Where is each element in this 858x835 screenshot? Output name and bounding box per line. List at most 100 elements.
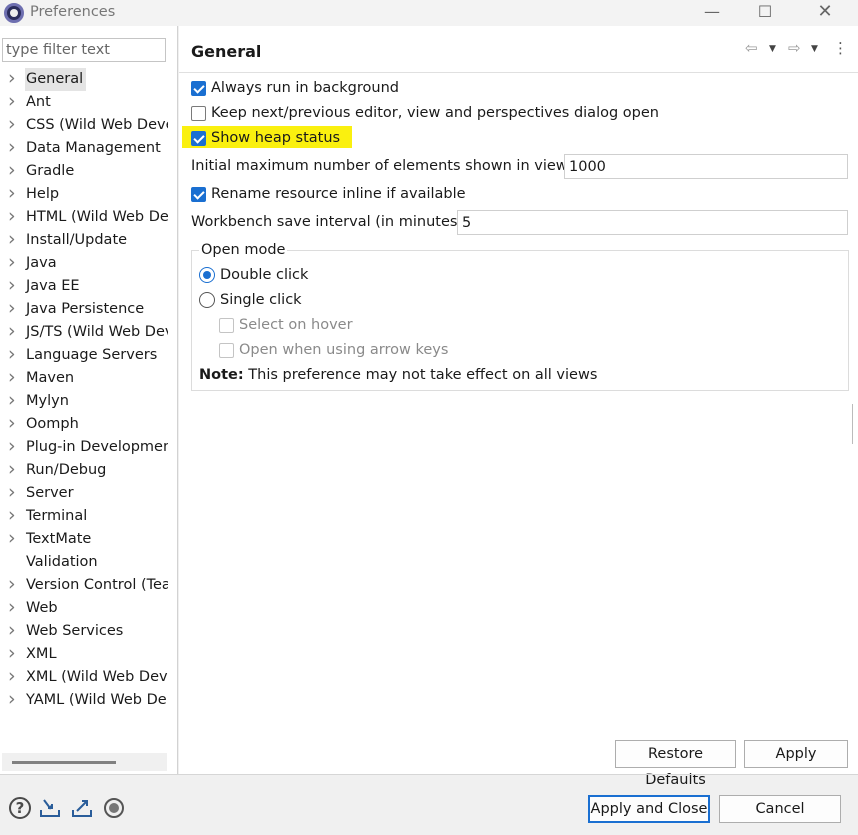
tree-item[interactable]: Oomph [0, 413, 168, 436]
maximize-button[interactable]: ☐ [745, 1, 785, 25]
close-button[interactable]: ✕ [805, 1, 845, 25]
tree-item[interactable]: Web Services [0, 620, 168, 643]
export-icon[interactable] [70, 796, 94, 820]
chevron-right-icon[interactable] [8, 390, 18, 413]
tree-item[interactable]: Help [0, 183, 168, 206]
chevron-right-icon[interactable] [8, 482, 18, 505]
chevron-right-icon[interactable] [8, 321, 18, 344]
chevron-right-icon[interactable] [8, 528, 18, 551]
chevron-right-icon[interactable] [8, 689, 18, 712]
cancel-button[interactable]: Cancel [719, 795, 841, 823]
always-run-background-checkbox[interactable] [191, 80, 206, 96]
horizontal-scrollbar[interactable] [2, 753, 167, 771]
chevron-down-icon[interactable]: ▼ [769, 44, 776, 54]
tree-item[interactable]: Java [0, 252, 168, 275]
tree-item-label: Version Control (Tea [26, 577, 168, 593]
filter-input[interactable] [2, 38, 166, 62]
chevron-right-icon[interactable] [8, 114, 18, 137]
chevron-right-icon[interactable] [8, 206, 18, 229]
always-run-background-option[interactable]: Always run in background [191, 77, 399, 99]
tree-item[interactable]: XML [0, 643, 168, 666]
tree-item[interactable]: Maven [0, 367, 168, 390]
tree-item-label: XML [26, 646, 57, 662]
back-arrow-icon[interactable]: ⇦ [745, 39, 758, 57]
chevron-right-icon[interactable] [8, 666, 18, 689]
tree-item[interactable]: Ant [0, 91, 168, 114]
tree-item[interactable]: Gradle [0, 160, 168, 183]
tree-item[interactable]: YAML (Wild Web De [0, 689, 168, 712]
show-heap-status-option[interactable]: Show heap status [191, 127, 340, 149]
tree-item[interactable]: Terminal [0, 505, 168, 528]
chevron-right-icon[interactable] [8, 91, 18, 114]
double-click-option[interactable]: Double click [199, 264, 308, 286]
open-arrow-keys-checkbox [219, 342, 234, 358]
chevron-right-icon[interactable] [8, 505, 18, 528]
chevron-right-icon[interactable] [8, 459, 18, 482]
tree-item[interactable]: XML (Wild Web Deve [0, 666, 168, 689]
view-menu-icon[interactable]: ⋮ [833, 39, 848, 57]
double-click-radio[interactable] [199, 267, 215, 283]
single-click-option[interactable]: Single click [199, 289, 302, 311]
chevron-right-icon[interactable] [8, 436, 18, 459]
chevron-right-icon[interactable] [8, 344, 18, 367]
chevron-down-icon[interactable]: ▼ [811, 44, 818, 54]
tree-item[interactable]: Mylyn [0, 390, 168, 413]
max-elements-input[interactable] [564, 154, 848, 179]
tree-item[interactable]: HTML (Wild Web De [0, 206, 168, 229]
chevron-right-icon[interactable] [8, 68, 18, 91]
tree-item[interactable]: Web [0, 597, 168, 620]
tree-item[interactable]: Run/Debug [0, 459, 168, 482]
chevron-right-icon[interactable] [8, 597, 18, 620]
restore-defaults-button[interactable]: Restore Defaults [615, 740, 736, 788]
tree-item[interactable]: JS/TS (Wild Web Dev [0, 321, 168, 344]
tree-item-label: Java [26, 255, 57, 271]
chevron-right-icon[interactable] [8, 643, 18, 666]
record-icon[interactable] [104, 798, 124, 818]
tree-item-label: Help [26, 186, 60, 202]
help-icon[interactable]: ? [9, 797, 31, 819]
tree-item-label: YAML (Wild Web De [26, 692, 167, 708]
chevron-right-icon[interactable] [8, 229, 18, 252]
apply-button[interactable]: Apply [744, 740, 848, 768]
chevron-right-icon[interactable] [8, 275, 18, 298]
tree-item[interactable]: Version Control (Tea [0, 574, 168, 597]
forward-arrow-icon[interactable]: ⇨ [788, 39, 801, 57]
show-heap-status-checkbox[interactable] [191, 130, 206, 146]
single-click-radio[interactable] [199, 292, 215, 308]
tree-item[interactable]: TextMate [0, 528, 168, 551]
tree-item[interactable]: Language Servers [0, 344, 168, 367]
rename-inline-checkbox[interactable] [191, 186, 206, 202]
tree-item[interactable]: Java Persistence [0, 298, 168, 321]
tree-item[interactable]: Validation [0, 551, 168, 574]
keep-next-prev-checkbox[interactable] [191, 105, 206, 121]
apply-and-close-button[interactable]: Apply and Close [588, 795, 710, 823]
tree-item-label: Maven [26, 370, 75, 386]
chevron-right-icon[interactable] [8, 367, 18, 390]
scrollbar-thumb[interactable] [12, 761, 116, 764]
import-icon[interactable] [38, 796, 62, 820]
open-mode-title: Open mode [199, 240, 288, 260]
chevron-right-icon[interactable] [8, 183, 18, 206]
note-label: Note: [199, 367, 244, 383]
tree-item[interactable]: Server [0, 482, 168, 505]
tree-item-label: Java Persistence [26, 301, 145, 317]
rename-inline-option[interactable]: Rename resource inline if available [191, 183, 466, 205]
chevron-right-icon[interactable] [8, 298, 18, 321]
tree-item[interactable]: CSS (Wild Web Deve [0, 114, 168, 137]
tree-item[interactable]: Data Management [0, 137, 168, 160]
save-interval-input[interactable] [457, 210, 848, 235]
chevron-right-icon[interactable] [8, 413, 18, 436]
tree-item[interactable]: Install/Update [0, 229, 168, 252]
chevron-right-icon[interactable] [8, 574, 18, 597]
chevron-right-icon[interactable] [8, 137, 18, 160]
note-text: This preference may not take effect on a… [243, 367, 598, 383]
keep-next-prev-option[interactable]: Keep next/previous editor, view and pers… [191, 102, 659, 124]
tree-item-label: Ant [26, 94, 51, 110]
chevron-right-icon[interactable] [8, 160, 18, 183]
tree-item[interactable]: General [0, 68, 168, 91]
chevron-right-icon[interactable] [8, 620, 18, 643]
minimize-button[interactable]: — [692, 1, 732, 25]
tree-item[interactable]: Java EE [0, 275, 168, 298]
chevron-right-icon[interactable] [8, 252, 18, 275]
tree-item[interactable]: Plug-in Developmen [0, 436, 168, 459]
